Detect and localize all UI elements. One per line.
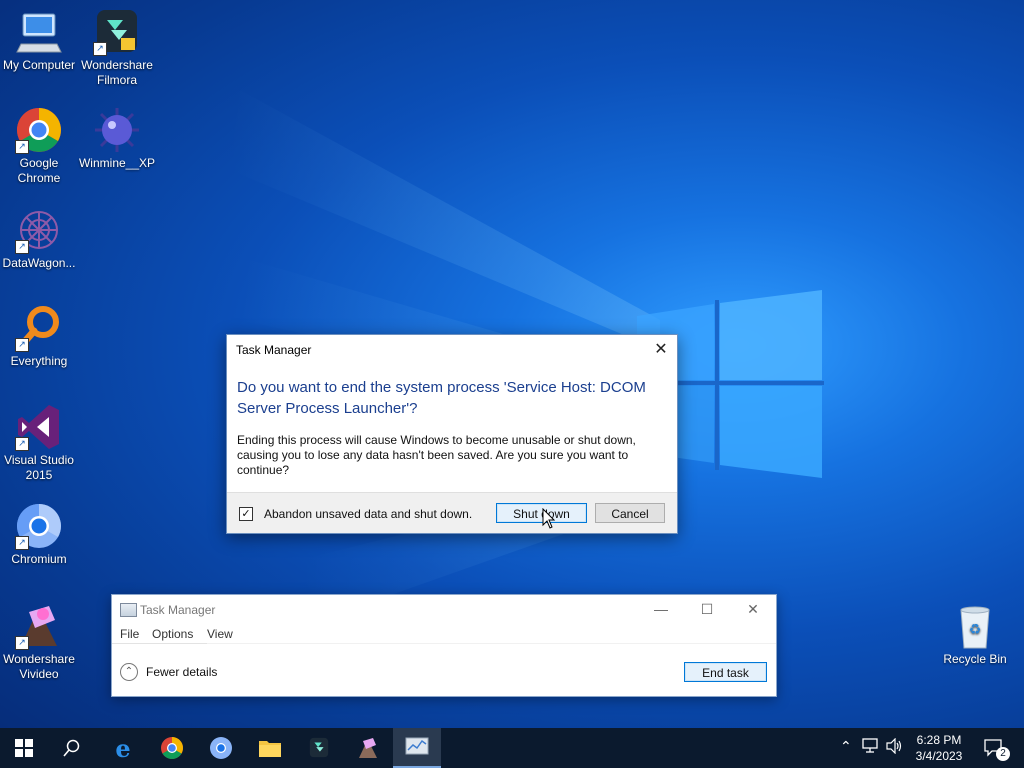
edge-icon: e (115, 734, 130, 763)
filmora-icon (309, 737, 329, 758)
start-button[interactable] (0, 728, 48, 768)
desktop-icon-label: Wondershare Filmora (81, 58, 153, 87)
task-manager-app-icon (120, 603, 137, 617)
desktop-icon-label: DataWagon... (2, 256, 76, 270)
chrome-icon (161, 737, 183, 759)
desktop-icon-label: Winmine__XP (78, 156, 156, 170)
visual-studio-icon: ↗ (15, 403, 63, 451)
close-button[interactable]: ✕ (730, 595, 776, 623)
vivideo-icon: ↗ (15, 602, 63, 650)
menu-divider-light (207, 643, 776, 644)
desktop-icon-everything[interactable]: ↗ Everything (0, 304, 78, 369)
volume-icon[interactable] (886, 737, 904, 757)
network-icon[interactable] (862, 738, 880, 757)
mine-icon (93, 106, 141, 154)
desktop-icon-chromium[interactable]: ↗ Chromium (0, 502, 78, 567)
maximize-button[interactable]: ☐ (684, 595, 730, 623)
dialog-title: Task Manager (236, 343, 312, 357)
action-center-button[interactable]: 2 (978, 728, 1024, 768)
desktop-icon-label: Visual Studio 2015 (4, 453, 74, 482)
desktop-icon-label: Chromium (11, 552, 67, 566)
search-icon (63, 739, 80, 757)
minimize-button[interactable]: — (638, 595, 684, 623)
end-process-dialog: Task Manager ✕ Do you want to end the sy… (226, 334, 678, 534)
dialog-titlebar[interactable]: Task Manager ✕ (227, 335, 677, 365)
cancel-button[interactable]: Cancel (595, 503, 665, 523)
computer-icon (15, 8, 63, 56)
fewer-details-link[interactable]: Fewer details (146, 665, 217, 679)
taskbar-chrome[interactable] (148, 728, 196, 768)
desktop-icon-label: Wondershare Vivideo (3, 652, 75, 681)
filmora-icon: ↗ (93, 8, 141, 56)
vivideo-icon (359, 738, 377, 758)
chevron-up-tray-icon[interactable]: ⌃ (840, 738, 852, 755)
dialog-close-button[interactable]: ✕ (645, 335, 677, 365)
dialog-footer: ✓ Abandon unsaved data and shut down. Sh… (227, 492, 677, 533)
system-clock[interactable]: 6:28 PM 3/4/2023 (908, 732, 970, 764)
taskbar-filmora[interactable] (295, 728, 343, 768)
desktop-icon-filmora[interactable]: ↗ Wondershare Filmora (78, 8, 156, 88)
chrome-icon: ↗ (15, 106, 63, 154)
desktop-icon-label: My Computer (2, 58, 76, 72)
desktop-icon-chrome[interactable]: ↗ Google Chrome (0, 106, 78, 186)
menu-file[interactable]: File (120, 627, 139, 641)
svg-text:e: e (115, 736, 130, 760)
desktop-icon-datawagon[interactable]: ↗ DataWagon... (0, 206, 78, 271)
chromium-icon: ↗ (15, 502, 63, 550)
end-task-button[interactable]: End task (684, 662, 767, 682)
abandon-data-label[interactable]: Abandon unsaved data and shut down. (264, 507, 472, 521)
desktop-icon-visual-studio[interactable]: ↗ Visual Studio 2015 (0, 403, 78, 483)
recycle-bin-icon: ♻ (951, 602, 999, 650)
taskbar: e ⌃ 6:28 PM 3/4/2023 2 (0, 728, 1024, 768)
mouse-cursor (542, 508, 556, 529)
task-manager-title: Task Manager (140, 603, 216, 617)
svg-text:♻: ♻ (969, 622, 982, 638)
desktop-icon-my-computer[interactable]: My Computer (0, 8, 78, 73)
search-button[interactable] (48, 728, 96, 768)
windows-logo-icon (15, 739, 33, 757)
abandon-data-checkbox[interactable]: ✓ (239, 507, 253, 521)
taskbar-edge[interactable]: e (99, 728, 147, 768)
notification-count-badge: 2 (996, 747, 1010, 761)
taskbar-vivideo[interactable] (344, 728, 392, 768)
folder-icon (259, 741, 281, 757)
taskbar-file-explorer[interactable] (246, 728, 294, 768)
menu-options[interactable]: Options (152, 627, 193, 641)
desktop-icon-recycle-bin[interactable]: ♻ Recycle Bin (936, 602, 1014, 667)
search-magnifier-icon: ↗ (15, 304, 63, 352)
datawagon-icon: ↗ (15, 206, 63, 254)
desktop-icon-winmine[interactable]: Winmine__XP (78, 106, 156, 171)
taskbar-chromium[interactable] (197, 728, 245, 768)
desktop-icon-label: Everything (10, 354, 68, 368)
taskbar-task-manager[interactable] (393, 728, 441, 768)
task-manager-icon (405, 737, 429, 755)
menu-view[interactable]: View (207, 627, 233, 641)
clock-time: 6:28 PM (916, 733, 962, 747)
dialog-message: Ending this process will cause Windows t… (237, 433, 636, 477)
clock-date: 3/4/2023 (915, 749, 963, 763)
desktop-icon-label: Google Chrome (17, 156, 61, 185)
menu-divider (112, 643, 207, 644)
task-manager-window: Task Manager — ☐ ✕ File Options View ⌃ F… (111, 594, 777, 697)
chevron-up-icon[interactable]: ⌃ (120, 663, 138, 681)
chromium-icon (210, 737, 232, 759)
desktop-icon-vivideo[interactable]: ↗ Wondershare Vivideo (0, 602, 78, 682)
dialog-question: Do you want to end the system process 'S… (237, 379, 646, 417)
desktop-icon-label: Recycle Bin (943, 652, 1007, 666)
